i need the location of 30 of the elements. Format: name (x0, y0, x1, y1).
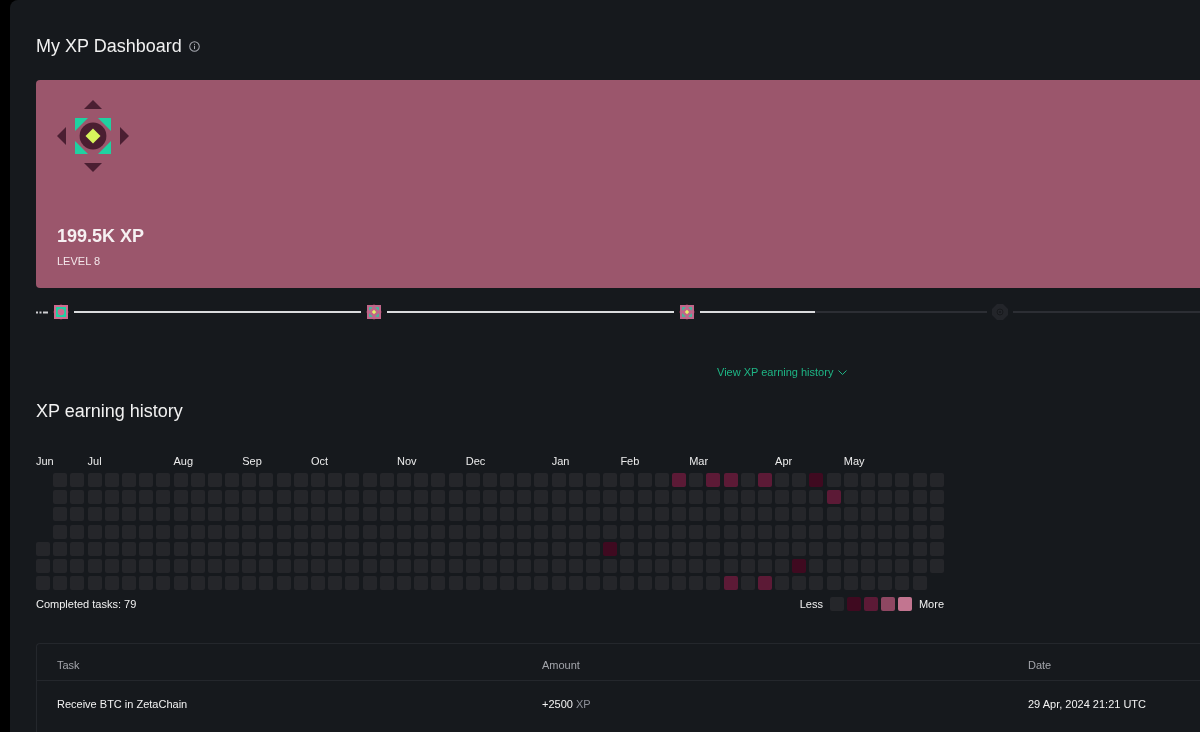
month-label: Jun (36, 454, 54, 468)
month-label: Oct (311, 454, 329, 468)
month-label: Sep (242, 454, 262, 468)
completed-tasks-count: Completed tasks: 79 (36, 597, 137, 612)
table-cell: 29 Apr, 2024 21:21 UTC (1028, 697, 1147, 712)
month-label: Mar (689, 454, 709, 468)
page-title: My XP Dashboard (36, 35, 182, 58)
month-label: Jan (551, 454, 570, 468)
dots-icon (36, 310, 48, 314)
month-label: Aug (173, 454, 194, 468)
table-cell: Receive BTC in ZetaChain (57, 697, 188, 712)
column-header: Amount (542, 658, 580, 673)
month-label: Feb (620, 454, 640, 468)
month-label: Apr (775, 454, 793, 468)
column-header: Task (57, 658, 80, 673)
xp-amount: 199.5K XP (57, 225, 145, 247)
chevron-down-icon (838, 369, 848, 375)
month-label: May (843, 454, 865, 468)
diamond-emblem-icon (57, 100, 131, 174)
info-icon[interactable] (188, 40, 200, 52)
level-label: LEVEL 8 (57, 254, 100, 268)
month-label: Dec (465, 454, 486, 468)
table-cell: +2500 XP (542, 697, 591, 712)
view-history-link[interactable]: View XP earning history (717, 364, 848, 380)
month-label: Nov (396, 454, 417, 468)
section-title: XP earning history (36, 400, 183, 423)
month-label: Jul (87, 454, 102, 468)
legend-label: More (918, 597, 944, 612)
legend-label: Less (799, 597, 823, 612)
column-header: Date (1028, 658, 1052, 673)
